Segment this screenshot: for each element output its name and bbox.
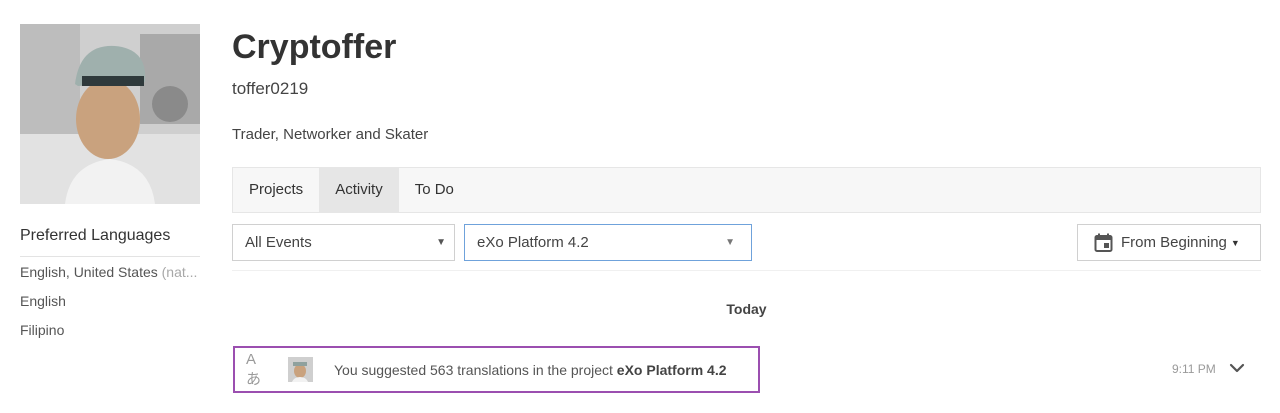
language-label: English, United States: [20, 264, 158, 280]
language-label: Filipino: [20, 322, 65, 338]
divider: [20, 256, 200, 257]
profile-avatar: [20, 24, 200, 204]
day-heading: Today: [726, 301, 767, 317]
calendar-icon: [1094, 233, 1113, 252]
activity-description: You suggested 563 translations in the pr…: [334, 361, 617, 378]
activity-project-link[interactable]: eXo Platform 4.2: [617, 362, 727, 378]
activity-item[interactable]: Aあ You suggested 563 translations in the…: [233, 346, 760, 393]
profile-tabs: Projects Activity To Do: [232, 167, 1261, 213]
language-item: English: [20, 292, 200, 321]
chevron-down-icon[interactable]: [1229, 360, 1245, 376]
events-filter-select[interactable]: All Events ▼: [232, 224, 455, 261]
divider: [232, 270, 1261, 271]
activity-text: You suggested 563 translations in the pr…: [334, 362, 727, 378]
profile-bio: Trader, Networker and Skater: [232, 126, 429, 143]
tab-todo[interactable]: To Do: [399, 168, 470, 212]
tab-activity[interactable]: Activity: [319, 168, 399, 212]
profile-username: toffer0219: [232, 79, 309, 98]
translate-icon: Aあ: [246, 350, 262, 388]
user-avatar: [288, 357, 313, 382]
tab-projects[interactable]: Projects: [233, 168, 319, 212]
caret-down-icon: ▼: [725, 237, 735, 248]
language-list: English, United States (nat... English F…: [20, 263, 200, 350]
project-filter-value: eXo Platform 4.2: [477, 234, 589, 251]
activity-time: 9:11 PM: [1172, 362, 1216, 376]
language-label: English: [20, 293, 66, 309]
language-item: English, United States (nat...: [20, 263, 200, 292]
language-note: (nat...: [161, 264, 198, 280]
date-range-label: From Beginning: [1121, 234, 1227, 251]
project-filter-select[interactable]: eXo Platform 4.2 ▼: [464, 224, 752, 261]
date-range-button[interactable]: From Beginning ▼: [1077, 224, 1261, 261]
language-item: Filipino: [20, 321, 200, 350]
profile-name: Cryptoffer: [232, 28, 397, 66]
preferred-languages-title: Preferred Languages: [20, 227, 171, 244]
events-filter-value: All Events: [245, 234, 312, 251]
caret-down-icon: ▼: [1230, 237, 1240, 248]
caret-down-icon: ▼: [436, 237, 446, 248]
